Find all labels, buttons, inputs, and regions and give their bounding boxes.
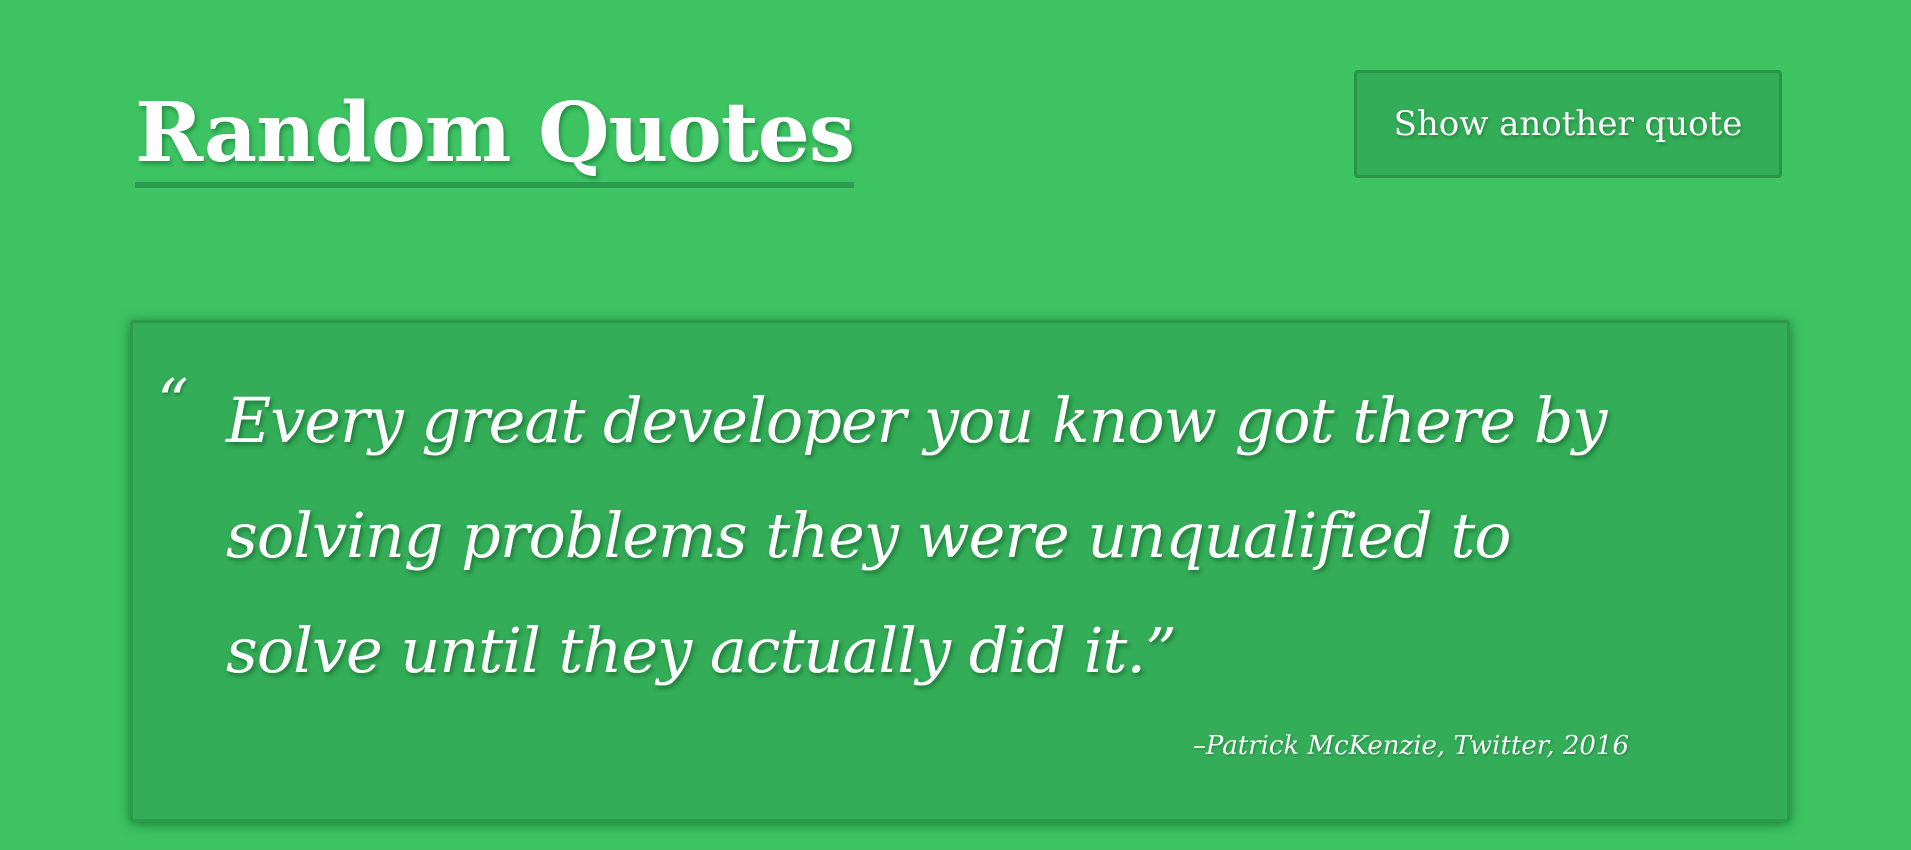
close-quote-icon: ”	[1145, 614, 1177, 687]
quote-text: Every great developer you know got there…	[226, 384, 1607, 687]
open-quote-icon: “	[157, 365, 189, 438]
quote-text-block: Every great developer you know got there…	[226, 363, 1646, 708]
show-another-quote-button[interactable]: Show another quote	[1354, 70, 1782, 178]
page-header: Random Quotes Show another quote	[135, 70, 1785, 190]
quote-card: “ Every great developer you know got the…	[130, 320, 1790, 822]
page-title-link[interactable]: Random Quotes	[135, 84, 855, 188]
quote-attribution: –Patrick McKenzie, Twitter, 2016	[1192, 731, 1629, 761]
